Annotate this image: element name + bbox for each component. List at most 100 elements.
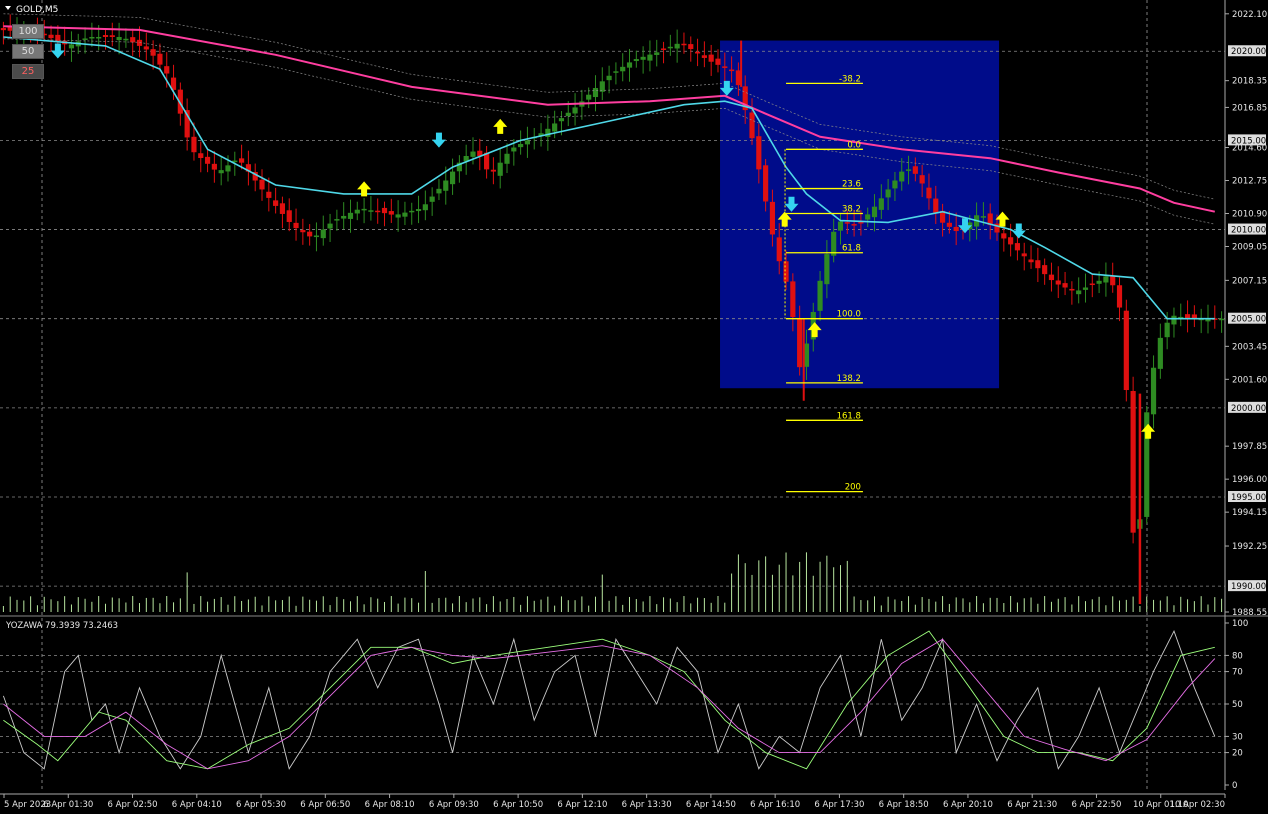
candle-body	[0, 28, 6, 31]
candle-body	[1062, 283, 1068, 288]
oscillator-tick-label: 30	[1232, 732, 1243, 742]
candle-body	[783, 261, 789, 282]
chart-canvas[interactable]: -38.20.023.638.261.8100.0138.2161.8200 2…	[0, 0, 1268, 814]
candle-body	[1055, 280, 1061, 285]
candle-body	[681, 43, 687, 46]
candle-body	[300, 230, 306, 233]
candle-body	[150, 49, 156, 56]
candle-body	[89, 36, 95, 39]
candle-body	[395, 214, 401, 218]
candle-body	[565, 112, 571, 117]
fib-level-label: 0.0	[847, 140, 861, 150]
candle-body	[490, 169, 496, 172]
candle-body	[871, 206, 878, 218]
time-tick-label: 6 Apr 08:10	[365, 800, 415, 810]
menu-triangle-icon[interactable]	[5, 6, 11, 10]
time-tick-label: 6 Apr 12:10	[557, 800, 607, 810]
price-tick-label: 1988.55	[1232, 608, 1267, 618]
candle-body	[946, 222, 952, 227]
candle-body	[327, 223, 333, 229]
candle-body	[878, 198, 884, 210]
candle-body	[102, 35, 109, 37]
zoom-25-button[interactable]: 25	[12, 64, 44, 79]
candle-body	[143, 46, 149, 50]
candle-body	[892, 180, 898, 189]
fib-level-label: 100.0	[837, 310, 861, 320]
price-tick-label: 2018.35	[1232, 77, 1267, 87]
candle-body	[1048, 274, 1055, 281]
ma-envelope	[3, 13, 1215, 200]
candle-body	[899, 171, 905, 182]
candle-body	[341, 215, 347, 219]
oscillator-tick-label: 80	[1232, 651, 1243, 661]
time-tick-label: 6 Apr 05:30	[236, 800, 286, 810]
candle-body	[1157, 337, 1163, 369]
candle-body	[647, 54, 653, 61]
candle-body	[586, 94, 592, 100]
price-mark-label: 1990.00	[1231, 582, 1266, 592]
oscillator-k-line	[3, 630, 1215, 770]
time-tick-label: 6 Apr 13:30	[622, 800, 672, 810]
price-tick-label: 2022.10	[1232, 10, 1267, 20]
candle-body	[824, 254, 830, 285]
candle-body	[865, 214, 871, 220]
candle-body	[388, 211, 394, 215]
candle-body	[790, 281, 796, 318]
sell-arrow-icon	[431, 132, 446, 148]
candle-body	[626, 62, 633, 68]
candle-body	[674, 43, 680, 49]
candle-body	[518, 143, 524, 148]
candle-body	[776, 237, 782, 262]
candle-body	[1042, 265, 1048, 275]
oscillator-tick-label: 100	[1232, 619, 1248, 629]
candle-body	[422, 204, 428, 211]
candle-body	[116, 36, 122, 41]
price-mark-label: 2000.00	[1231, 404, 1266, 414]
candle-body	[381, 207, 388, 214]
price-tick-label: 2003.45	[1232, 342, 1267, 352]
candle-body	[136, 39, 143, 46]
candle-body	[1130, 390, 1136, 533]
price-tick-label: 2010.90	[1232, 210, 1267, 220]
candle-body	[286, 210, 292, 222]
candle-body	[763, 165, 769, 202]
candle-body	[347, 212, 354, 219]
price-tick-label: 2001.60	[1232, 375, 1267, 385]
candle-body	[858, 222, 864, 224]
candle-body	[273, 200, 279, 206]
price-mark-label: 2010.00	[1231, 226, 1266, 236]
candle-body	[218, 170, 224, 174]
candle-body	[926, 187, 932, 199]
zoom-100-button[interactable]: 100	[12, 24, 44, 39]
zoom-50-button[interactable]: 50	[12, 44, 44, 59]
candle-body	[919, 175, 925, 184]
candle-body	[1001, 233, 1007, 239]
candle-body	[606, 75, 612, 81]
candle-body	[82, 38, 88, 40]
candle-body	[164, 66, 170, 74]
candle-body	[613, 71, 619, 73]
buy-arrow-icon	[493, 118, 508, 134]
candle-body	[239, 158, 245, 163]
price-tick-label: 1997.85	[1232, 442, 1267, 452]
candle-body	[885, 189, 891, 198]
candle-body	[279, 203, 286, 214]
candle-body	[1014, 243, 1021, 251]
candle-body	[109, 35, 115, 37]
candle-body	[1116, 285, 1123, 308]
candle-body	[749, 112, 755, 139]
fib-level-label: 61.8	[842, 244, 861, 254]
price-mark-label: 2020.00	[1231, 47, 1266, 57]
candle-body	[1069, 288, 1075, 291]
candle-body	[1035, 260, 1041, 269]
candle-body	[729, 69, 735, 72]
candle-body	[443, 180, 449, 191]
time-tick-label: 6 Apr 20:10	[943, 800, 993, 810]
oscillator-tick-label: 0	[1232, 781, 1237, 791]
candle-body	[667, 46, 673, 49]
candle-body	[708, 54, 714, 62]
candle-body	[701, 55, 707, 58]
candle-body	[334, 219, 340, 221]
candle-body	[511, 147, 517, 152]
candle-body	[1171, 315, 1177, 325]
